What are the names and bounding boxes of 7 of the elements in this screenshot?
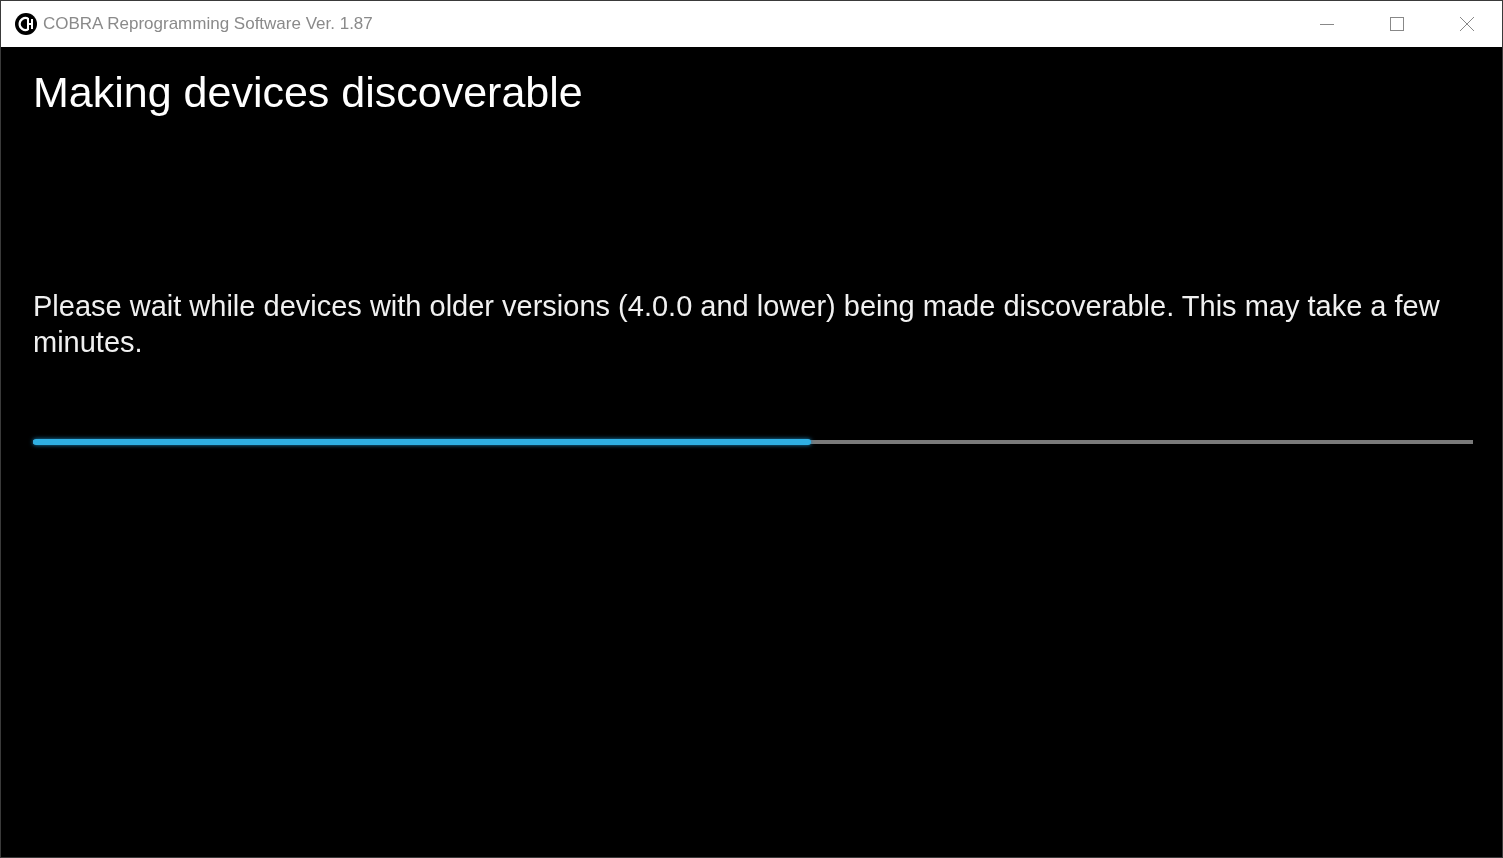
close-icon: [1459, 16, 1475, 32]
wait-message: Please wait while devices with older versions (4.0.0 and lower) being made discoverable. This may take a few minutes.: [33, 289, 1441, 361]
app-logo-icon: [15, 13, 37, 35]
minimize-icon: [1320, 23, 1334, 25]
page-heading: Making devices discoverable: [33, 69, 584, 117]
maximize-icon: [1389, 16, 1405, 32]
window-title: COBRA Reprogramming Software Ver. 1.87: [43, 14, 373, 34]
